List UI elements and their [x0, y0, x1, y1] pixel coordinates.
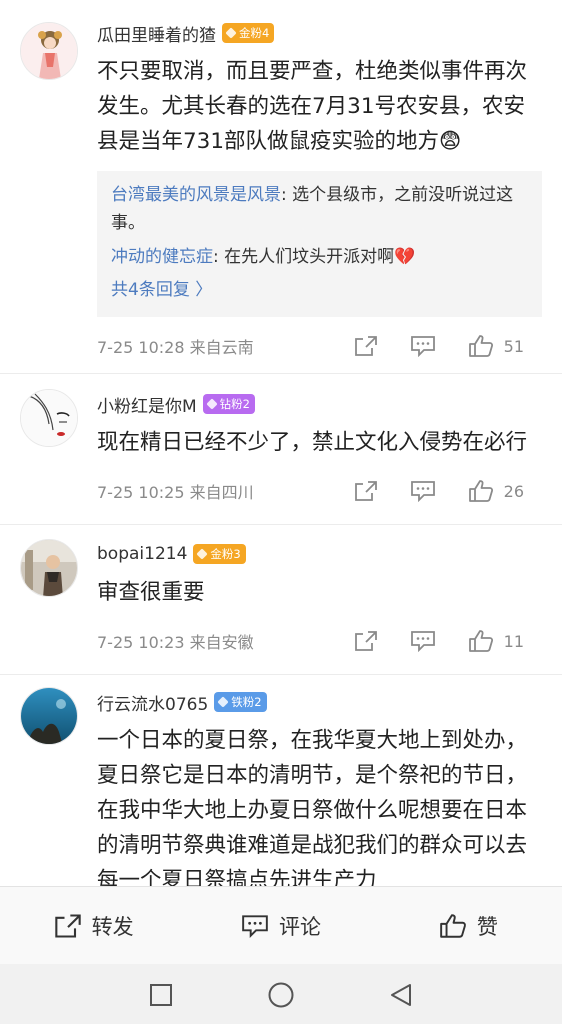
badge-gem-icon	[225, 27, 237, 39]
home-icon[interactable]	[266, 980, 296, 1010]
share-icon[interactable]	[354, 630, 378, 652]
username[interactable]: 瓜田里睡着的猹	[97, 21, 216, 46]
comment-item: bopai1214 金粉3 审查很重要 7-25 10:23 来自安徽 11	[0, 525, 562, 664]
reply-icon[interactable]	[410, 480, 436, 502]
thumbs-up-icon	[468, 335, 493, 357]
like-label: 赞	[476, 914, 498, 939]
comment-label: 评论	[278, 914, 321, 939]
timestamp-location: 7-25 10:25 来自四川	[97, 483, 254, 502]
avatar-photo-icon	[21, 540, 77, 596]
comment-text: 一个日本的夏日祭，在我华夏大地上到处办，夏日祭它是日本的清明节，是个祭祀的节日，…	[97, 728, 528, 886]
replies-box[interactable]: 台湾最美的风景是风景: 选个县级市，之前没听说过这事。 冲动的健忘症: 在先人们…	[97, 171, 542, 317]
comment-meta: 7-25 10:28 来自云南 51	[97, 323, 544, 369]
avatar[interactable]	[20, 22, 78, 80]
reply-username[interactable]: 台湾最美的风景是风景	[111, 185, 281, 205]
username[interactable]: 小粉红是你M	[97, 392, 197, 417]
avatar[interactable]	[20, 687, 78, 745]
share-icon[interactable]	[354, 480, 378, 502]
avatar-seascape-icon	[21, 688, 77, 744]
username[interactable]: 行云流水0765	[97, 690, 208, 715]
avatar-sketch-icon	[21, 390, 77, 446]
repost-label: 转发	[91, 914, 134, 939]
timestamp-location: 7-25 10:28 来自云南	[97, 338, 254, 357]
like-button[interactable]: 赞	[375, 887, 562, 964]
reply-item[interactable]: 台湾最美的风景是风景: 选个县级市，之前没听说过这事。	[111, 181, 528, 237]
like-count: 26	[503, 481, 524, 501]
comment-item: 行云流水0765 铁粉2 一个日本的夏日祭，在我华夏大地上到处办，夏日祭它是日本…	[0, 675, 562, 886]
fan-badge[interactable]: 金粉3	[193, 544, 246, 564]
badge-gem-icon	[206, 398, 218, 410]
comment-text: 审查很重要	[97, 580, 205, 605]
reply-icon[interactable]	[410, 630, 436, 652]
reply-item[interactable]: 冲动的健忘症: 在先人们坟头开派对啊💔	[111, 243, 528, 271]
avatar-illustration-icon	[21, 23, 77, 79]
thumbs-up-icon	[439, 913, 466, 938]
like-count: 11	[503, 631, 524, 651]
like-button[interactable]: 11	[468, 629, 524, 653]
fan-badge[interactable]: 金粉4	[222, 23, 275, 43]
share-icon[interactable]	[354, 335, 378, 357]
comment-feed[interactable]: 瓜田里睡着的猹 金粉4 不只要取消，而且要严查，杜绝类似事件再次发生。尤其长春的…	[0, 0, 562, 886]
username[interactable]: bopai1214	[97, 544, 187, 564]
comment-item: 瓜田里睡着的猹 金粉4 不只要取消，而且要严查，杜绝类似事件再次发生。尤其长春的…	[0, 0, 562, 369]
comment-meta: 7-25 10:25 来自四川 26	[97, 468, 544, 514]
like-count: 51	[503, 336, 524, 356]
badge-gem-icon	[196, 548, 209, 560]
fan-badge[interactable]: 铁粉2	[214, 692, 267, 712]
system-nav-bar	[0, 964, 562, 1024]
recent-apps-icon[interactable]	[146, 980, 176, 1010]
reply-icon[interactable]	[410, 335, 436, 357]
comment-item: 小粉红是你M 钻粉2 现在精日已经不少了，禁止文化入侵势在必行 7-25 10:…	[0, 374, 562, 514]
reply-text: : 在先人们坟头开派对啊💔	[213, 247, 416, 267]
more-replies-link[interactable]: 共4条回复 〉	[111, 275, 528, 305]
repost-button[interactable]: 转发	[0, 887, 187, 964]
share-icon	[54, 913, 81, 938]
thumbs-up-icon	[468, 630, 493, 652]
comment-button[interactable]: 评论	[187, 887, 374, 964]
badge-gem-icon	[217, 696, 229, 708]
comment-text: 不只要取消，而且要严查，杜绝类似事件再次发生。尤其长春的选在7月31号农安县，农…	[97, 59, 528, 154]
thumbs-up-icon	[468, 480, 493, 502]
timestamp-location: 7-25 10:23 来自安徽	[97, 633, 254, 652]
like-button[interactable]: 26	[468, 479, 524, 503]
reply-username[interactable]: 冲动的健忘症	[111, 247, 213, 267]
comment-icon	[242, 914, 268, 938]
fan-badge[interactable]: 钻粉2	[202, 394, 255, 414]
avatar[interactable]	[20, 389, 78, 447]
back-icon[interactable]	[386, 980, 416, 1010]
comment-text: 现在精日已经不少了，禁止文化入侵势在必行	[97, 430, 528, 455]
comment-meta: 7-25 10:23 来自安徽 11	[97, 618, 544, 664]
like-button[interactable]: 51	[468, 334, 524, 358]
avatar[interactable]	[20, 539, 78, 597]
bottom-action-bar: 转发 评论 赞	[0, 886, 562, 964]
